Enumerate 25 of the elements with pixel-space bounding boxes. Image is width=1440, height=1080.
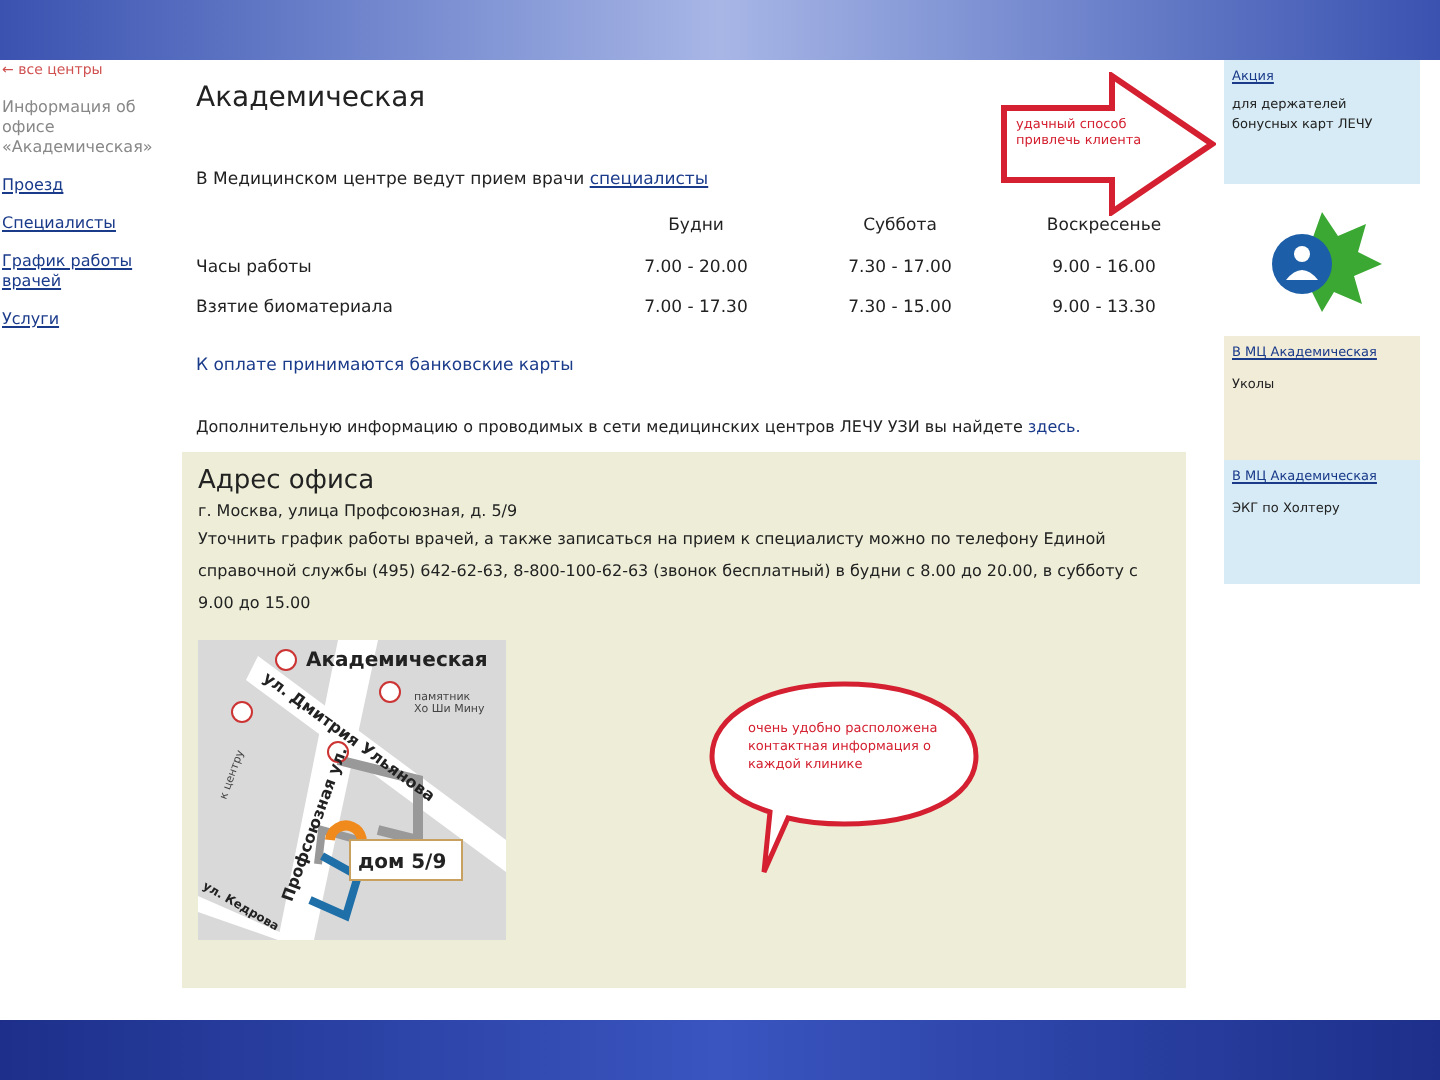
here-link[interactable]: здесь. xyxy=(1027,417,1081,436)
table-cell-text: 7.00 - 20.00 xyxy=(642,255,750,281)
column-header: Воскресенье xyxy=(1044,213,1164,239)
table-cell-text: 7.00 - 17.30 xyxy=(642,296,750,322)
sidebar-item[interactable]: Проезд xyxy=(2,176,180,196)
sidebar-item[interactable]: График работы врачей xyxy=(2,252,180,292)
sidebar-item[interactable]: Информация об офисе «Академическая» xyxy=(2,98,180,158)
intro-text: В Медицинском центре ведут прием врачи специалисты xyxy=(196,168,711,194)
specialists-link[interactable]: специалисты xyxy=(589,170,709,190)
more-info-text: Дополнительную информацию о проводимых в сети медицинских центров ЛЕЧУ УЗИ вы найдете здесь. xyxy=(196,415,1083,440)
page-title: Академическая xyxy=(196,80,428,116)
payment-note: К оплате принимаются банковские карты xyxy=(196,354,576,380)
column-header: Суббота xyxy=(861,213,939,239)
column-header: Будни xyxy=(666,213,726,239)
table-cell-text: 7.30 - 15.00 xyxy=(846,296,954,322)
contact-details: Уточнить график работы врачей, а также записаться на прием к специалисту можно по телефону Единой справочной службы (495) 642-62-63, 8-800-100-62-63 (звонок бесплатный) в будни с 8.00 до 20.00, в субботу с 9.00 до 15.00 xyxy=(198,527,1140,616)
table-cell-text: 7.30 - 17.00 xyxy=(846,255,954,281)
table-cell-text: 9.00 - 13.30 xyxy=(1050,296,1158,322)
row-label: Взятие биоматериала xyxy=(196,296,395,322)
sidebar-item[interactable]: Специалисты xyxy=(2,214,180,234)
table-cell-text: 9.00 - 16.00 xyxy=(1050,255,1158,281)
street-address: г. Москва, улица Профсоюзная, д. 5/9 xyxy=(198,499,520,524)
address-title: Адрес офиса xyxy=(198,463,377,500)
sidebar-item[interactable]: Услуги xyxy=(2,310,180,330)
row-label: Часы работы xyxy=(196,255,314,281)
